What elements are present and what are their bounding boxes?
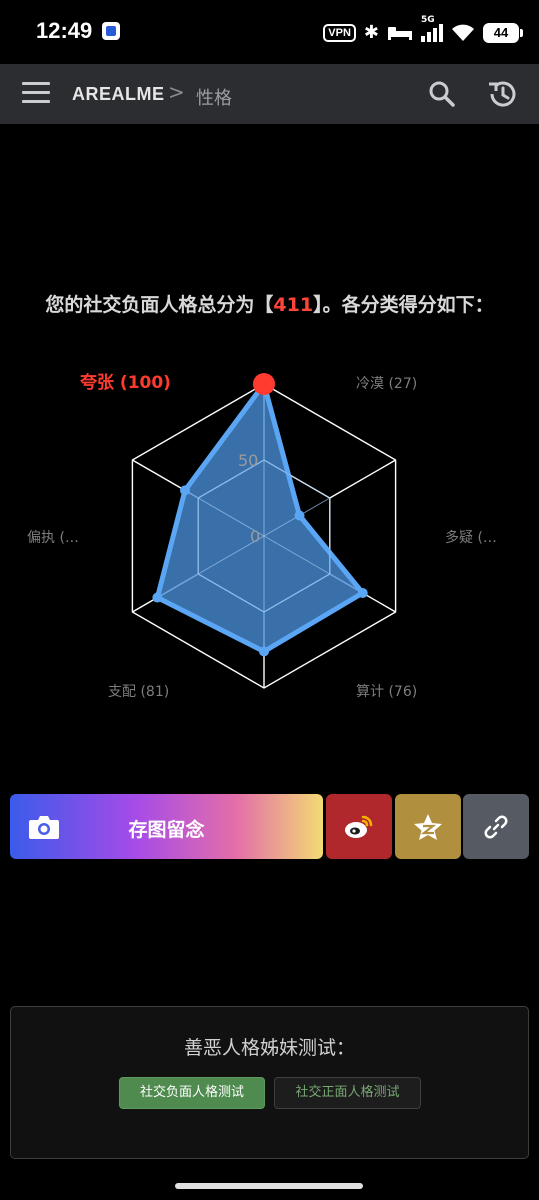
status-time: 12:49 (36, 18, 93, 43)
radar-data-area (154, 381, 366, 654)
qzone-share-button[interactable] (395, 794, 461, 859)
battery-icon: 44 (483, 23, 523, 43)
radar-label-夸张: 夸张 (100) (80, 372, 171, 393)
network-type: 5G (421, 15, 435, 25)
breadcrumb-current[interactable]: 性格 (196, 84, 232, 110)
radar-scale-label-0: 0 (250, 527, 260, 546)
radar-point-算计 (259, 646, 269, 657)
radar-point-夸张 (253, 373, 275, 395)
history-icon[interactable] (486, 78, 518, 110)
menu-icon[interactable] (22, 82, 50, 106)
share-actions: 存图留念 (10, 794, 529, 860)
radar-label-偏执: 偏执 (… (27, 530, 79, 546)
vpn-icon: VPN (323, 24, 356, 42)
radar-chart: 0 50 夸张 (100) 冷漠 (27) 多疑 (… 算计 (76) 支配 (81) 偏执 … (27, 372, 497, 700)
total-score: 411 (273, 294, 314, 316)
weibo-icon (345, 815, 373, 838)
radar-point-支配 (152, 592, 163, 603)
save-image-button[interactable]: 存图留念 (10, 794, 323, 859)
top-navbar: AREALME > 性格 (0, 64, 539, 124)
qzone-star-icon (414, 813, 442, 840)
radar-label-支配: 支配 (81) (108, 684, 169, 700)
link-icon (484, 815, 508, 838)
status-icons: VPN ✱ 5G 44 (323, 15, 523, 46)
save-image-label: 存图留念 (128, 819, 205, 841)
sister-tests-title: 善恶人格姊妹测试： (183, 1037, 355, 1059)
chevron-right-icon: > (168, 80, 185, 104)
result-prefix: 您的社交负面人格总分为【 (45, 294, 274, 316)
app-notification-icon (102, 22, 120, 40)
radar-label-算计: 算计 (76) (356, 684, 417, 700)
radar-point-冷漠 (294, 510, 305, 521)
positive-test-button[interactable]: 社交正面人格测试 (274, 1077, 421, 1109)
radar-spoke (329, 459, 396, 499)
negative-test-button[interactable]: 社交负面人格测试 (119, 1077, 265, 1109)
bluetooth-icon: ✱ (363, 22, 379, 43)
brand-logo[interactable]: AREALME (72, 84, 165, 105)
result-summary: 您的社交负面人格总分为【411】。各分类得分如下： (0, 290, 539, 317)
copy-link-button[interactable] (463, 794, 529, 859)
radar-point-偏执 (180, 485, 191, 496)
radar-label-冷漠: 冷漠 (27) (356, 376, 417, 392)
wifi-icon (452, 24, 474, 41)
status-bar: 12:49 VPN ✱ 5G 44 (0, 0, 539, 64)
radar-point-多疑 (357, 588, 368, 598)
weibo-share-button[interactable] (326, 794, 392, 859)
sister-tests-panel: 善恶人格姊妹测试： 社交负面人格测试 社交正面人格测试 (10, 1006, 529, 1159)
result-suffix: 】。各分类得分如下： (313, 294, 494, 316)
radar-scale-label-50: 50 (238, 451, 258, 470)
home-indicator (175, 1183, 363, 1189)
radar-label-多疑: 多疑 (… (445, 529, 497, 546)
search-icon[interactable] (428, 80, 456, 108)
bed-mode-icon (388, 27, 412, 40)
signal-icon: 5G (421, 15, 443, 42)
